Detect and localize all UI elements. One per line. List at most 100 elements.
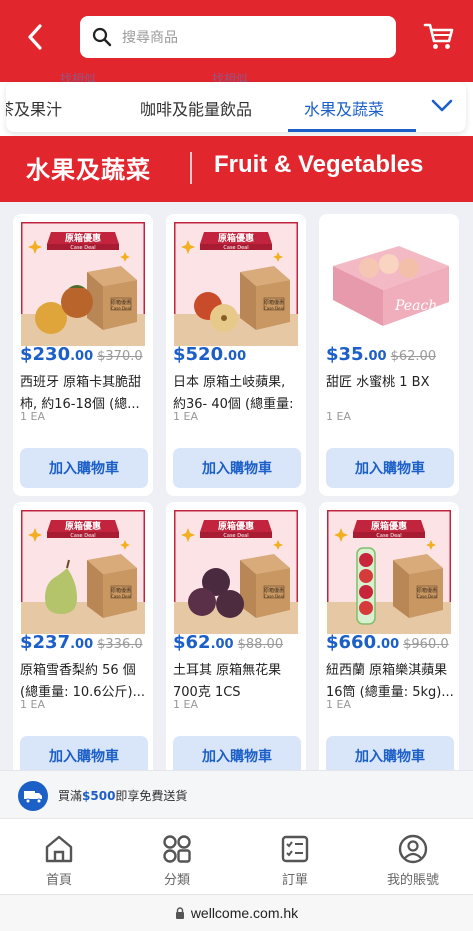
product-unit: 1 EA — [326, 698, 351, 711]
product-card[interactable]: Peach $35.00 $62.00 甜匠 水蜜桃 1 BX 1 EA 加入購物… — [319, 214, 459, 496]
product-card[interactable]: 原箱優惠 Case Deal 原箱優惠 Case Deal $520.00 日本 原箱… — [166, 214, 306, 496]
product-card[interactable]: 原箱優惠 Case Deal 原箱優惠 Case Deal $230.00 $370.0… — [13, 214, 153, 496]
orders-icon — [281, 835, 309, 863]
banner-divider — [190, 152, 192, 184]
add-to-cart-button[interactable]: 加入購物車 — [173, 448, 301, 488]
price-current: $62 — [173, 632, 211, 653]
product-card[interactable]: 原箱優惠 Case Deal 原箱優惠 Case Deal $237.00 $336.0… — [13, 502, 153, 770]
price-cents: .00 — [376, 637, 400, 652]
nav-category[interactable]: 分類 — [132, 833, 222, 888]
price-current: $520 — [173, 344, 224, 365]
lock-icon — [175, 907, 184, 919]
price-cents: .00 — [210, 637, 234, 652]
price-original: $336.0 — [97, 637, 143, 652]
tab-fruit-vegetables[interactable]: 水果及蔬菜 — [304, 96, 384, 120]
product-unit: 1 EA — [326, 410, 351, 423]
price-current: $237 — [20, 632, 71, 653]
case-deal-badge-zh: 原箱優惠 — [65, 232, 101, 244]
box-label-zh: 原箱優惠 — [111, 587, 131, 594]
promo-prefix: 買滿 — [58, 789, 83, 803]
price: $520.00 — [173, 344, 250, 365]
box-label-en: Case Deal — [264, 306, 284, 311]
add-to-cart-button[interactable]: 加入購物車 — [326, 448, 454, 488]
case-deal-badge-en: Case Deal — [70, 245, 95, 251]
add-to-cart-button[interactable]: 加入購物車 — [326, 736, 454, 770]
box-label-zh: 原箱優惠 — [111, 299, 131, 306]
promo-amount: $500 — [82, 789, 116, 803]
banner-title-zh: 水果及蔬菜 — [26, 156, 151, 184]
price-cents: .00 — [70, 349, 94, 364]
product-grid: 原箱優惠 Case Deal 原箱優惠 Case Deal $230.00 $370.0… — [0, 202, 473, 770]
box-label-zh: 原箱優惠 — [264, 299, 284, 306]
box-label-zh: 原箱優惠 — [417, 587, 437, 594]
peach-box-label: Peach — [394, 298, 437, 314]
product-image-apple: 原箱優惠Case Deal原箱優惠Case Deal — [174, 222, 298, 346]
nav-orders-label: 訂單 — [281, 873, 308, 888]
cart-icon — [423, 23, 454, 49]
box-label-en: Case Deal — [111, 306, 131, 311]
product-image-fig: 原箱優惠Case Deal原箱優惠Case Deal — [174, 510, 298, 634]
product-unit: 1 EA — [20, 698, 45, 711]
cart-button[interactable] — [422, 19, 456, 53]
product-unit: 1 EA — [20, 410, 45, 423]
search-placeholder: 搜尋商品 — [122, 30, 178, 46]
tab-tea-juice[interactable]: 茶及果汁 — [6, 96, 62, 120]
home-icon — [45, 835, 73, 863]
price: $237.00 $336.0 — [20, 632, 143, 653]
box-label-en: Case Deal — [111, 594, 131, 599]
case-deal-badge-en: Case Deal — [223, 245, 248, 251]
free-delivery-text: 買滿$500即享免費送貨 — [58, 787, 187, 804]
delivery-truck-icon — [18, 781, 48, 811]
price-original: $62.00 — [390, 349, 437, 364]
nav-account[interactable]: 我的賬號 — [368, 833, 458, 888]
case-deal-badge-zh: 原箱優惠 — [218, 232, 254, 244]
box-label-en: Case Deal — [417, 594, 437, 599]
product-unit: 1 EA — [173, 410, 198, 423]
case-deal-badge-en: Case Deal — [70, 533, 95, 539]
nav-category-label: 分類 — [163, 873, 190, 888]
product-image-peach-box: Peach — [327, 222, 451, 346]
box-label-en: Case Deal — [264, 594, 284, 599]
browser-url-bar[interactable]: wellcome.com.hk — [0, 894, 473, 931]
search-input[interactable]: 搜尋商品 — [80, 16, 396, 58]
product-card[interactable]: 原箱優惠 Case Deal 原箱優惠 Case Deal $660.00 $960.0… — [319, 502, 459, 770]
banner-title-en: Fruit & Vegetables — [214, 151, 424, 178]
product-image-rockit-apple: 原箱優惠Case Deal原箱優惠Case Deal — [327, 510, 451, 634]
price: $62.00 $88.00 — [173, 632, 283, 653]
product-image-persimmon: 原箱優惠Case Deal原箱優惠Case Deal — [21, 222, 145, 346]
price-current: $660 — [326, 632, 377, 653]
add-to-cart-button[interactable]: 加入購物車 — [173, 736, 301, 770]
case-deal-badge-en: Case Deal — [223, 533, 248, 539]
free-delivery-banner[interactable]: 買滿$500即享免費送貨 — [0, 770, 473, 818]
back-button[interactable] — [22, 20, 50, 54]
add-to-cart-button[interactable]: 加入購物車 — [20, 736, 148, 770]
price: $660.00 $960.0 — [326, 632, 449, 653]
category-tab-bar: 茶及果汁 咖啡及能量飲品 水果及蔬菜 — [6, 82, 466, 132]
account-icon — [398, 834, 428, 864]
product-image-pear: 原箱優惠Case Deal原箱優惠Case Deal — [21, 510, 145, 634]
box-label-zh: 原箱優惠 — [264, 587, 284, 594]
add-to-cart-button[interactable]: 加入購物車 — [20, 448, 148, 488]
price: $35.00 $62.00 — [326, 344, 436, 365]
category-icon — [163, 835, 191, 863]
active-tab-indicator — [288, 129, 416, 132]
price-current: $35 — [326, 344, 364, 365]
chevron-down-icon[interactable] — [430, 96, 454, 116]
case-deal-badge-en: Case Deal — [376, 533, 401, 539]
nav-orders[interactable]: 訂單 — [250, 833, 340, 888]
nav-home[interactable]: 首頁 — [14, 833, 104, 888]
case-deal-badge-zh: 原箱優惠 — [65, 520, 101, 532]
bottom-navigation: 首頁 分類 訂單 我的賬號 — [0, 818, 473, 894]
product-unit: 1 EA — [173, 698, 198, 711]
nav-home-label: 首頁 — [45, 873, 72, 888]
price-original: $370.0 — [97, 349, 143, 364]
product-card[interactable]: 原箱優惠 Case Deal 原箱優惠 Case Deal $62.00 $88.00 … — [166, 502, 306, 770]
tab-coffee-energy[interactable]: 咖啡及能量飲品 — [140, 96, 252, 120]
price-original: $960.0 — [403, 637, 449, 652]
back-arrow-icon — [28, 24, 42, 50]
price-cents: .00 — [223, 349, 247, 364]
price-current: $230 — [20, 344, 71, 365]
case-deal-badge-zh: 原箱優惠 — [371, 520, 407, 532]
search-icon — [92, 27, 112, 47]
promo-suffix: 即享免費送貨 — [115, 789, 188, 803]
